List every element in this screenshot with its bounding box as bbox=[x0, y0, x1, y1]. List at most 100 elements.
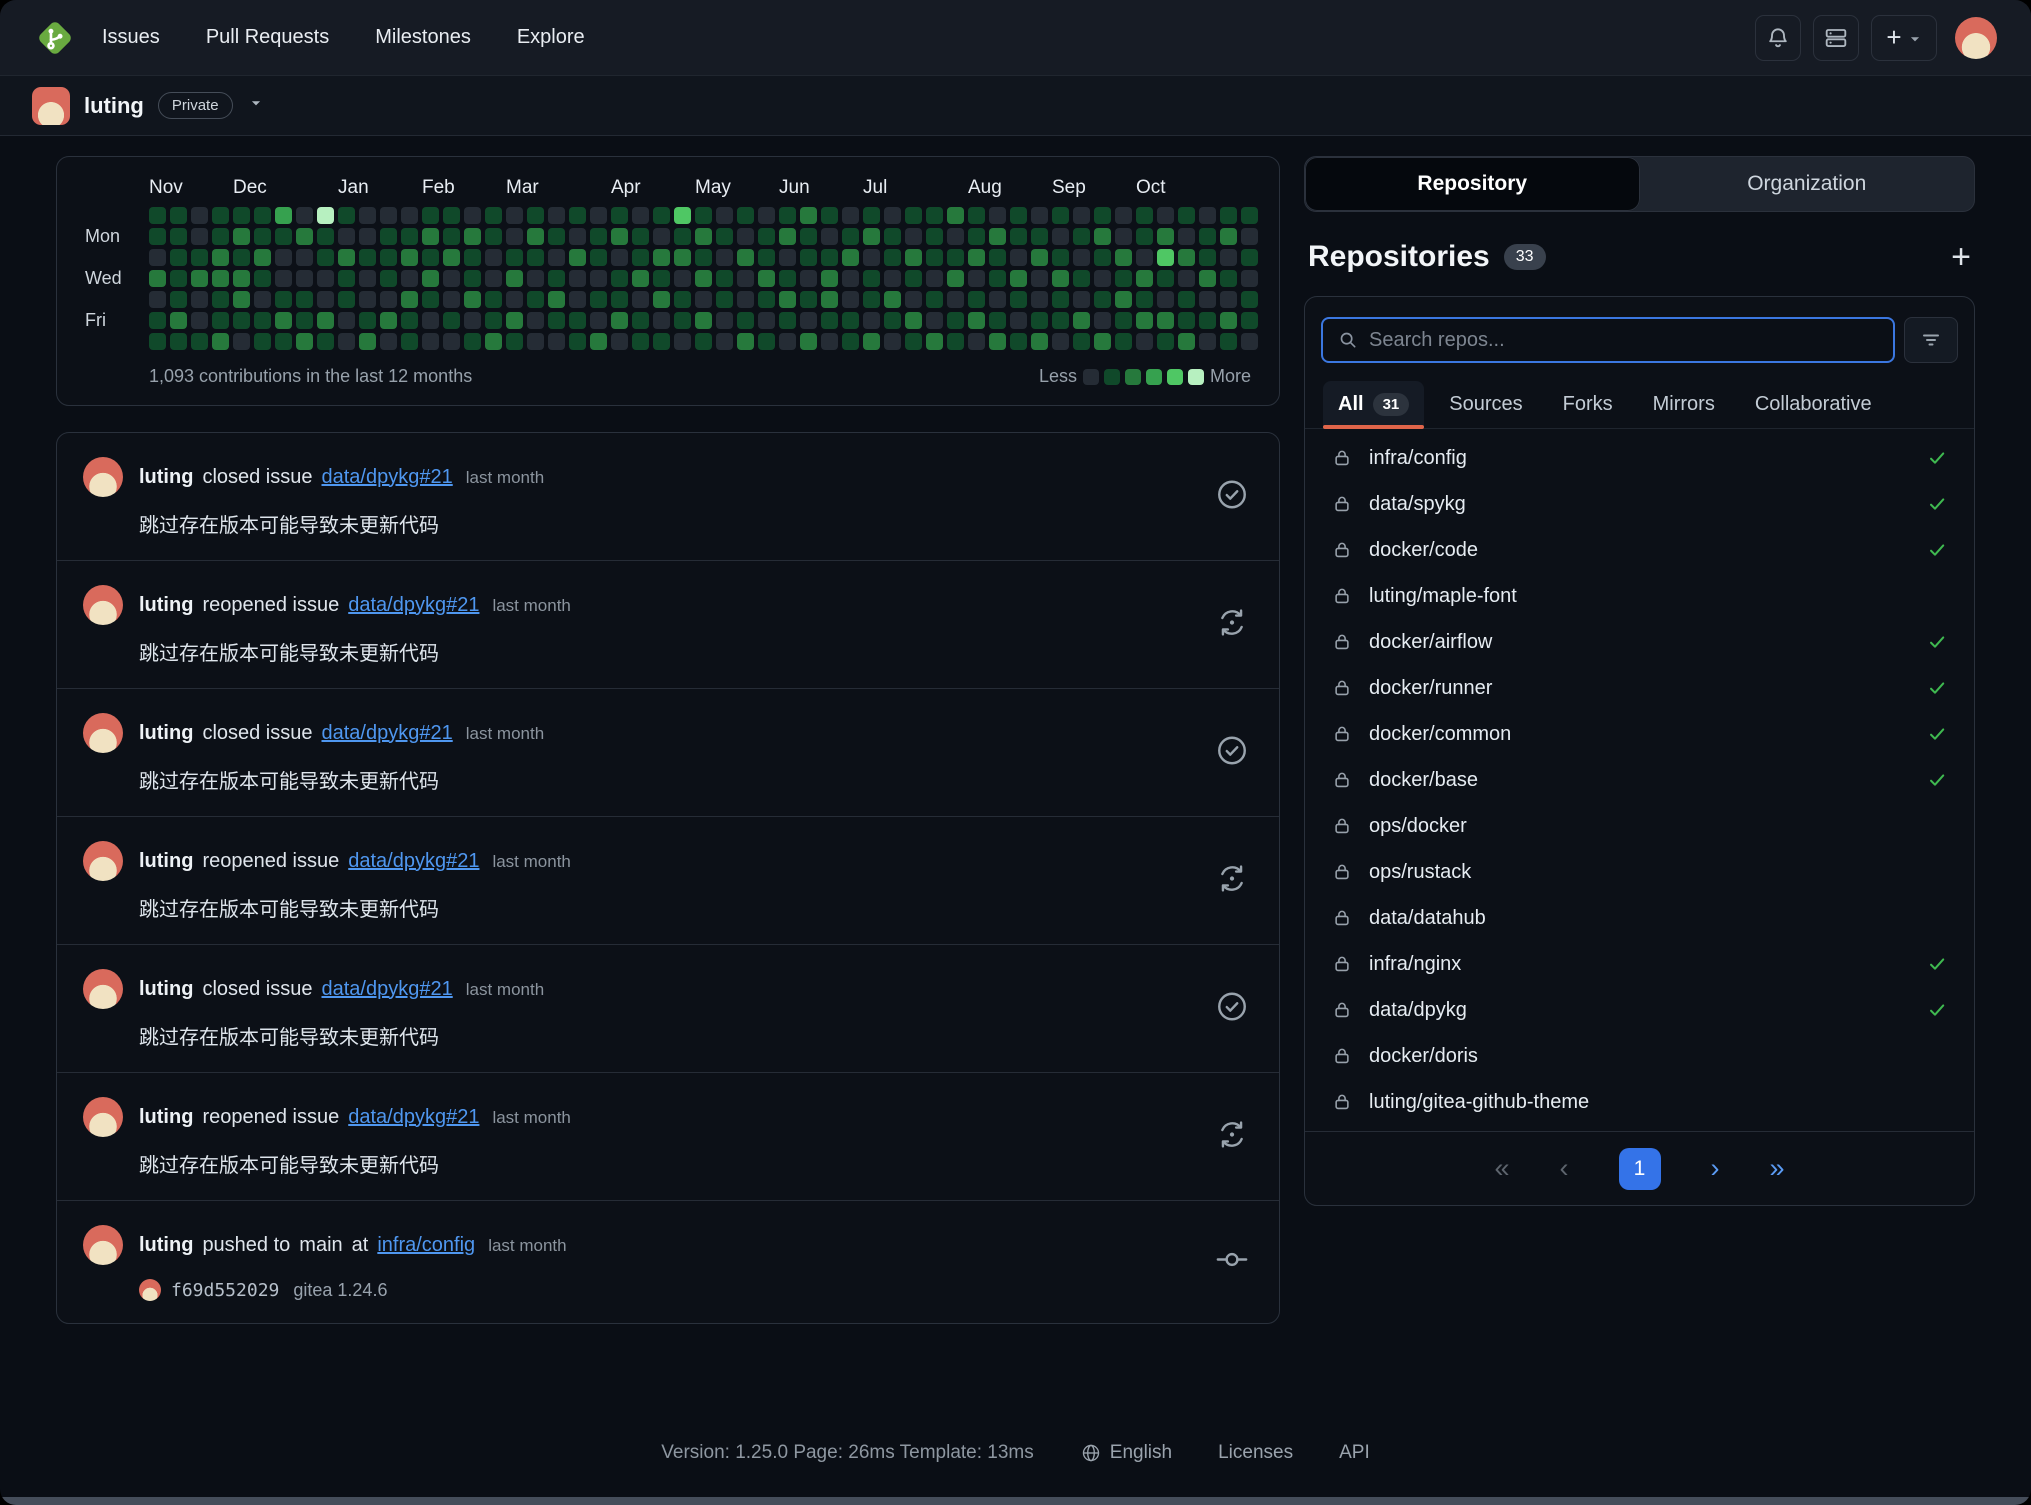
profile-avatar[interactable] bbox=[32, 87, 70, 125]
heatmap-cell bbox=[590, 291, 607, 308]
feed-actor-avatar[interactable] bbox=[83, 457, 123, 497]
repo-filter-tab-sources[interactable]: Sources bbox=[1434, 381, 1537, 428]
repo-row[interactable]: docker/doris bbox=[1305, 1033, 1974, 1079]
feed-issue-comment: 跳过存在版本可能导致未更新代码 bbox=[139, 637, 1189, 666]
feed-target-link[interactable]: data/dpykg#21 bbox=[348, 1106, 479, 1129]
feed-actor-name[interactable]: luting bbox=[139, 594, 193, 617]
heatmap-cell bbox=[1178, 291, 1195, 308]
feed-branch-name: main bbox=[299, 1234, 342, 1257]
heatmap-cell bbox=[968, 333, 985, 350]
feed-actor-name[interactable]: luting bbox=[139, 466, 193, 489]
heatmap-cell bbox=[1178, 312, 1195, 329]
repo-row[interactable]: data/dpykg bbox=[1305, 987, 1974, 1033]
licenses-link[interactable]: Licenses bbox=[1218, 1442, 1293, 1464]
repo-row[interactable]: docker/code bbox=[1305, 527, 1974, 573]
heatmap-month-label: Aug bbox=[968, 177, 1002, 199]
feed-target-link[interactable]: data/dpykg#21 bbox=[322, 466, 453, 489]
admin-panel-button[interactable] bbox=[1813, 15, 1859, 61]
top-navbar: Issues Pull Requests Milestones Explore bbox=[0, 0, 2031, 76]
repo-row[interactable]: docker/runner bbox=[1305, 665, 1974, 711]
heatmap-month-label: Jul bbox=[863, 177, 887, 199]
repo-row[interactable]: luting/maple-font bbox=[1305, 573, 1974, 619]
repo-row[interactable]: infra/config bbox=[1305, 435, 1974, 481]
heatmap-cell bbox=[296, 291, 313, 308]
heatmap-cell bbox=[233, 291, 250, 308]
pagination-first-button[interactable]: « bbox=[1494, 1153, 1509, 1184]
repo-row[interactable]: data/datahub bbox=[1305, 895, 1974, 941]
repo-row[interactable]: docker/common bbox=[1305, 711, 1974, 757]
heatmap-cell bbox=[170, 249, 187, 266]
feed-actor-avatar[interactable] bbox=[83, 585, 123, 625]
heatmap-cell bbox=[695, 312, 712, 329]
repo-filter-tab-forks[interactable]: Forks bbox=[1548, 381, 1628, 428]
repo-filter-tab-collaborative[interactable]: Collaborative bbox=[1740, 381, 1887, 428]
heatmap-cell bbox=[1073, 312, 1090, 329]
repo-filter-tab-all[interactable]: All31 bbox=[1323, 381, 1424, 428]
repo-row[interactable]: data/spykg bbox=[1305, 481, 1974, 527]
repo-row[interactable]: docker/base bbox=[1305, 757, 1974, 803]
feed-actor-name[interactable]: luting bbox=[139, 722, 193, 745]
heatmap-body: MonWedFri bbox=[85, 207, 1251, 350]
heatmap-cell bbox=[233, 228, 250, 245]
heatmap-cell bbox=[716, 207, 733, 224]
repo-filter-tab-mirrors[interactable]: Mirrors bbox=[1638, 381, 1730, 428]
main-content: NovDecJanFebMarAprMayJunJulAugSepOct Mon… bbox=[0, 136, 2031, 1324]
feed-actor-name[interactable]: luting bbox=[139, 850, 193, 873]
profile-dropdown-caret[interactable] bbox=[249, 96, 263, 115]
lock-icon bbox=[1331, 999, 1353, 1021]
heatmap-cell bbox=[506, 270, 523, 287]
pagination-prev-button[interactable]: ‹ bbox=[1560, 1153, 1569, 1184]
feed-actor-name[interactable]: luting bbox=[139, 1234, 193, 1257]
pagination-current-page[interactable]: 1 bbox=[1619, 1148, 1661, 1190]
repo-row[interactable]: infra/nginx bbox=[1305, 941, 1974, 987]
pagination-next-button[interactable]: › bbox=[1711, 1153, 1720, 1184]
repo-row[interactable]: ops/rustack bbox=[1305, 849, 1974, 895]
user-avatar[interactable] bbox=[1955, 17, 1997, 59]
repo-search-input[interactable] bbox=[1369, 329, 1879, 352]
repo-row[interactable]: ops/docker bbox=[1305, 803, 1974, 849]
tab-repository[interactable]: Repository bbox=[1305, 157, 1640, 211]
heatmap-cell bbox=[401, 207, 418, 224]
nav-issues[interactable]: Issues bbox=[102, 26, 160, 49]
heatmap-cell bbox=[737, 333, 754, 350]
gitea-logo-icon[interactable] bbox=[34, 17, 76, 59]
heatmap-cell bbox=[422, 207, 439, 224]
pagination-last-button[interactable]: » bbox=[1770, 1153, 1785, 1184]
create-new-button[interactable]: + bbox=[1871, 15, 1937, 61]
repo-row[interactable]: docker/airflow bbox=[1305, 619, 1974, 665]
heatmap-cell bbox=[1052, 312, 1069, 329]
heatmap-cell bbox=[1136, 228, 1153, 245]
nav-pull-requests[interactable]: Pull Requests bbox=[206, 26, 329, 49]
repo-row[interactable]: luting/gitea-github-theme bbox=[1305, 1079, 1974, 1125]
heatmap-cell bbox=[737, 228, 754, 245]
language-selector[interactable]: English bbox=[1080, 1442, 1172, 1464]
heatmap-cell bbox=[170, 333, 187, 350]
feed-actor-avatar[interactable] bbox=[83, 969, 123, 1009]
commit-sha-link[interactable]: f69d552029 bbox=[171, 1280, 279, 1301]
contribution-heatmap-card: NovDecJanFebMarAprMayJunJulAugSepOct Mon… bbox=[56, 156, 1280, 406]
feed-target-link[interactable]: data/dpykg#21 bbox=[322, 722, 453, 745]
feed-target-link[interactable]: data/dpykg#21 bbox=[348, 850, 479, 873]
feed-target-link[interactable]: infra/config bbox=[377, 1234, 475, 1257]
feed-actor-avatar[interactable] bbox=[83, 1225, 123, 1265]
feed-actor-name[interactable]: luting bbox=[139, 978, 193, 1001]
heatmap-cell bbox=[275, 207, 292, 224]
feed-actor-avatar[interactable] bbox=[83, 1097, 123, 1137]
feed-actor-avatar[interactable] bbox=[83, 841, 123, 881]
heatmap-month-label: Sep bbox=[1052, 177, 1086, 199]
tab-organization[interactable]: Organization bbox=[1640, 157, 1975, 211]
nav-milestones[interactable]: Milestones bbox=[375, 26, 471, 49]
new-repository-plus-icon[interactable]: + bbox=[1951, 240, 1971, 274]
feed-actor-avatar[interactable] bbox=[83, 713, 123, 753]
feed-target-link[interactable]: data/dpykg#21 bbox=[348, 594, 479, 617]
heatmap-cell bbox=[800, 270, 817, 287]
nav-explore[interactable]: Explore bbox=[517, 26, 585, 49]
repo-filter-button[interactable] bbox=[1904, 317, 1958, 363]
commit-icon bbox=[1215, 1243, 1249, 1282]
feed-actor-name[interactable]: luting bbox=[139, 1106, 193, 1129]
notifications-button[interactable] bbox=[1755, 15, 1801, 61]
feed-target-link[interactable]: data/dpykg#21 bbox=[322, 978, 453, 1001]
api-link[interactable]: API bbox=[1339, 1442, 1370, 1464]
heatmap-cell bbox=[695, 249, 712, 266]
heatmap-cell bbox=[170, 312, 187, 329]
